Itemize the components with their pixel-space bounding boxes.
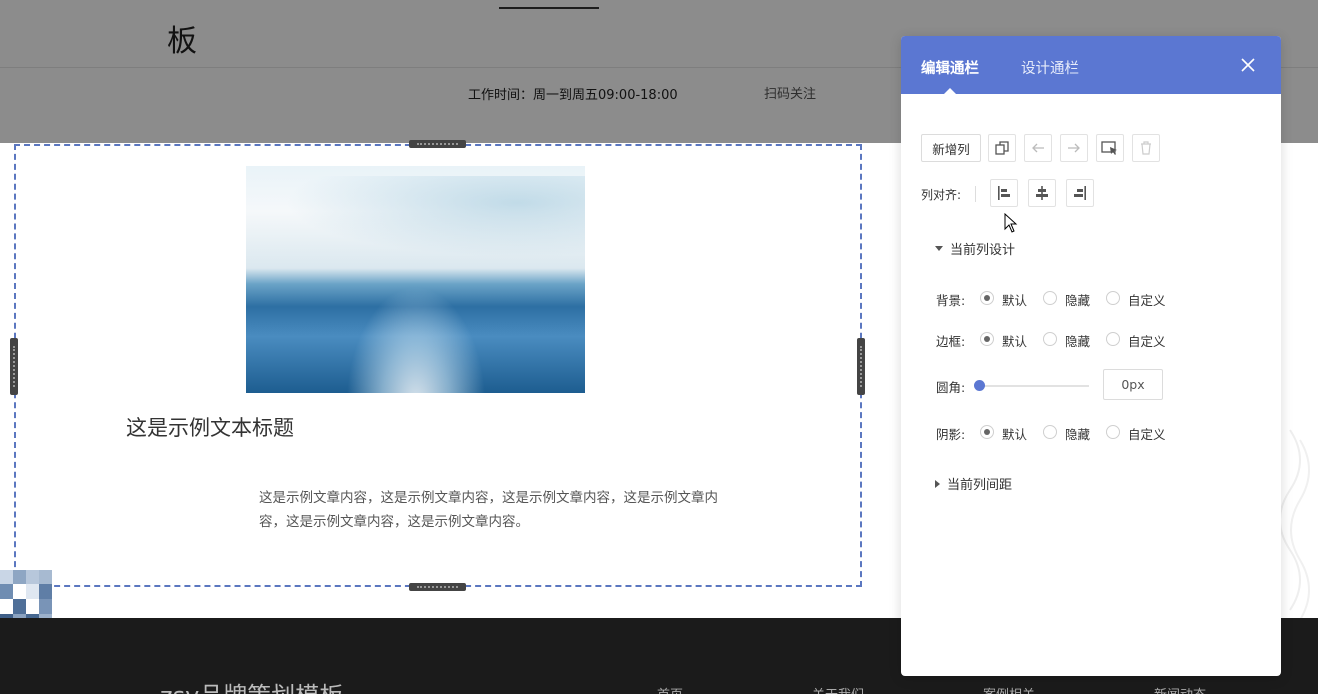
move-right-button[interactable]	[1060, 134, 1088, 162]
trash-icon	[1141, 141, 1151, 155]
resize-handle-top[interactable]	[409, 140, 466, 148]
background-default-label: 默认	[1002, 293, 1028, 308]
shadow-hidden-label: 隐藏	[1065, 427, 1091, 442]
select-column-button[interactable]	[1096, 134, 1124, 162]
shadow-hidden-radio[interactable]	[1043, 425, 1057, 439]
current-column-design-toggle[interactable]: 当前列设计	[935, 239, 1015, 258]
shadow-default-label: 默认	[1002, 427, 1028, 442]
background-custom-label: 自定义	[1128, 293, 1166, 308]
resize-handle-left[interactable]	[10, 338, 18, 395]
copy-column-button[interactable]	[988, 134, 1016, 162]
radius-label: 圆角:	[936, 380, 966, 395]
delete-column-button[interactable]	[1132, 134, 1160, 162]
column-align-label: 列对齐:	[921, 188, 962, 202]
align-left-icon	[998, 186, 1010, 200]
select-cursor-icon	[1101, 141, 1117, 155]
radius-value-input[interactable]: 0px	[1103, 369, 1163, 400]
background-hidden-radio[interactable]	[1043, 291, 1057, 305]
border-default-label: 默认	[1002, 334, 1028, 349]
resize-handle-bottom[interactable]	[409, 583, 466, 591]
current-column-spacing-toggle[interactable]: 当前列间距	[935, 474, 1012, 493]
row-editor-panel: 编辑通栏 设计通栏 新增列 列对齐: 当前列设计 背景: 默认 隐藏 自定义 边…	[901, 36, 1281, 676]
footer-nav-news[interactable]: 新闻动态	[1154, 684, 1206, 694]
align-left-button[interactable]	[990, 179, 1018, 207]
align-center-button[interactable]	[1028, 179, 1056, 207]
border-custom-radio[interactable]	[1106, 332, 1120, 346]
border-hidden-radio[interactable]	[1043, 332, 1057, 346]
arrow-right-icon	[1068, 143, 1080, 153]
align-divider	[975, 186, 976, 202]
footer-brand: zsy品牌策划模板	[160, 676, 343, 694]
align-right-button[interactable]	[1066, 179, 1094, 207]
radius-slider-track[interactable]	[979, 385, 1089, 387]
move-left-button[interactable]	[1024, 134, 1052, 162]
border-default-radio[interactable]	[980, 332, 994, 346]
tab-design-row[interactable]: 设计通栏	[1021, 57, 1079, 78]
shadow-label: 阴影:	[936, 427, 966, 442]
add-column-button[interactable]: 新增列	[921, 134, 981, 162]
shadow-custom-label: 自定义	[1128, 427, 1166, 442]
shadow-default-radio[interactable]	[980, 425, 994, 439]
border-custom-label: 自定义	[1128, 334, 1166, 349]
panel-header: 编辑通栏 设计通栏	[901, 36, 1281, 94]
border-label: 边框:	[936, 334, 966, 349]
border-hidden-label: 隐藏	[1065, 334, 1091, 349]
caret-down-icon	[935, 246, 943, 251]
caret-right-icon	[935, 479, 940, 488]
arrow-left-icon	[1032, 143, 1044, 153]
selected-row-outline[interactable]	[14, 144, 862, 587]
resize-handle-right[interactable]	[857, 338, 865, 395]
footer-nav-cases[interactable]: 案例相关	[983, 684, 1035, 694]
close-icon[interactable]	[1239, 56, 1257, 74]
radius-slider-thumb[interactable]	[974, 380, 985, 391]
footer-nav-home[interactable]: 首页	[657, 684, 683, 694]
current-column-spacing-label: 当前列间距	[947, 478, 1013, 493]
current-column-design-label: 当前列设计	[950, 243, 1016, 258]
background-hidden-label: 隐藏	[1065, 293, 1091, 308]
footer-nav-about[interactable]: 关于我们	[812, 684, 864, 694]
tab-edit-row[interactable]: 编辑通栏	[921, 57, 979, 78]
background-custom-radio[interactable]	[1106, 291, 1120, 305]
align-right-icon	[1074, 186, 1086, 200]
background-default-radio[interactable]	[980, 291, 994, 305]
mouse-pointer-icon	[1004, 213, 1018, 233]
background-label: 背景:	[936, 293, 966, 308]
copy-icon	[995, 141, 1009, 155]
shadow-custom-radio[interactable]	[1106, 425, 1120, 439]
active-tab-caret	[944, 88, 956, 94]
align-center-icon	[1036, 186, 1048, 200]
